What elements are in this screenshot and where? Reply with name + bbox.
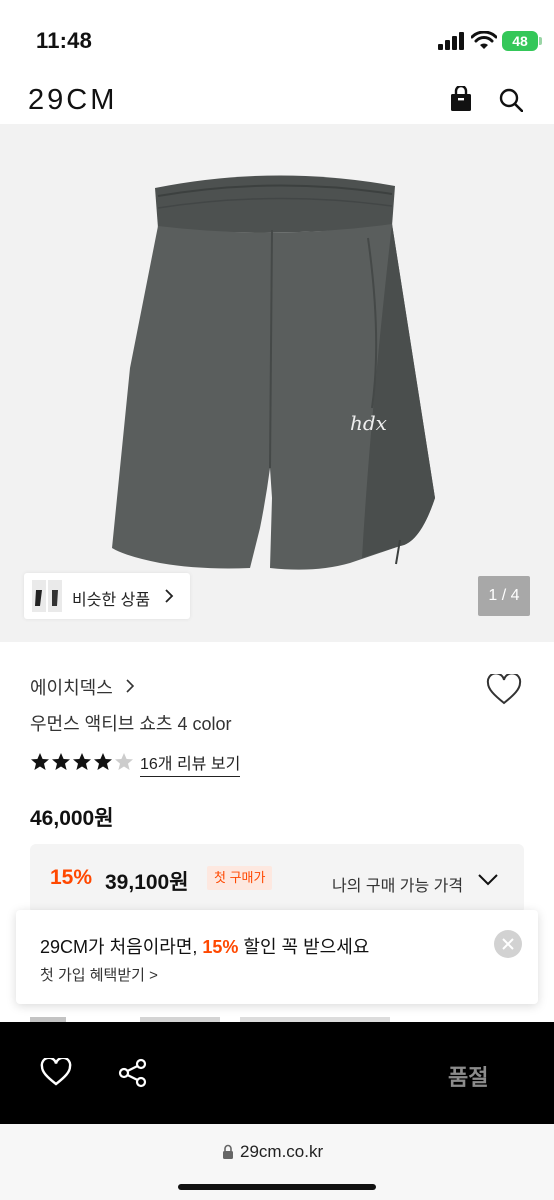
promo-text-suffix: 할인 꼭 받으세요 xyxy=(238,937,370,957)
chevron-down-icon[interactable] xyxy=(478,874,498,886)
product-image: hdx xyxy=(112,175,435,570)
promo-highlight: 15% xyxy=(202,937,239,957)
discount-percent: 15% xyxy=(50,866,93,889)
original-price: 46,000원 xyxy=(30,807,114,830)
wifi-icon xyxy=(471,31,497,49)
promo-message: 29CM가 처음이라면, 15% 할인 꼭 받으세요 xyxy=(40,933,369,959)
status-time: 11:48 xyxy=(36,28,93,53)
product-image-gallery[interactable]: hdx 비슷한 상품 1 / 4 xyxy=(0,124,554,642)
signup-benefit-link[interactable]: 첫 가입 혜택받기 > xyxy=(40,964,158,985)
rating-stars xyxy=(31,753,133,770)
similar-products-button[interactable]: 비슷한 상품 xyxy=(24,573,190,619)
battery-indicator: 48 xyxy=(502,31,538,51)
discount-panel[interactable]: 15% 39,100원 첫 구매가 나의 구매 가능 가격 xyxy=(30,844,524,914)
shopping-bag-icon[interactable] xyxy=(449,86,473,112)
logo[interactable]: 29CM xyxy=(28,84,117,117)
similar-thumbnails xyxy=(32,580,62,612)
brand-link[interactable]: 에이치덱스 xyxy=(30,674,113,700)
svg-text:hdx: hdx xyxy=(350,411,387,435)
close-toast-button[interactable] xyxy=(494,930,522,958)
obscured-content xyxy=(30,1012,430,1022)
close-icon xyxy=(502,938,514,950)
product-title: 우먼스 액티브 쇼츠 4 color xyxy=(30,714,232,734)
status-bar: 11:48 48 xyxy=(0,0,554,78)
bottom-action-bar: 품절 xyxy=(0,1022,554,1124)
first-purchase-badge: 첫 구매가 xyxy=(207,866,273,890)
heart-icon[interactable] xyxy=(486,674,522,706)
promo-text-prefix: 29CM가 처음이라면, xyxy=(40,937,203,957)
chevron-right-icon xyxy=(126,679,134,693)
chevron-right-icon xyxy=(165,589,174,603)
my-price-label[interactable]: 나의 구매 가능 가격 xyxy=(332,872,463,896)
share-icon[interactable] xyxy=(118,1058,148,1088)
search-icon[interactable] xyxy=(499,88,523,112)
cellular-signal-icon xyxy=(438,32,464,50)
similar-products-label: 비슷한 상품 xyxy=(72,592,151,609)
sold-out-button: 품절 xyxy=(448,1065,489,1090)
heart-icon[interactable] xyxy=(40,1058,72,1086)
obscured-content-strip xyxy=(30,1017,390,1022)
url-text[interactable]: 29cm.co.kr xyxy=(240,1142,323,1162)
lock-icon xyxy=(223,1144,233,1159)
app-header: 29CM xyxy=(0,78,554,126)
home-indicator[interactable] xyxy=(178,1184,376,1190)
battery-cap xyxy=(539,37,542,45)
image-pager: 1 / 4 xyxy=(478,576,530,616)
signup-promo-toast[interactable]: 29CM가 처음이라면, 15% 할인 꼭 받으세요 첫 가입 혜택받기 > xyxy=(16,910,538,1004)
discount-price: 39,100원 xyxy=(105,871,189,894)
review-link[interactable]: 16개 리뷰 보기 xyxy=(140,750,241,777)
